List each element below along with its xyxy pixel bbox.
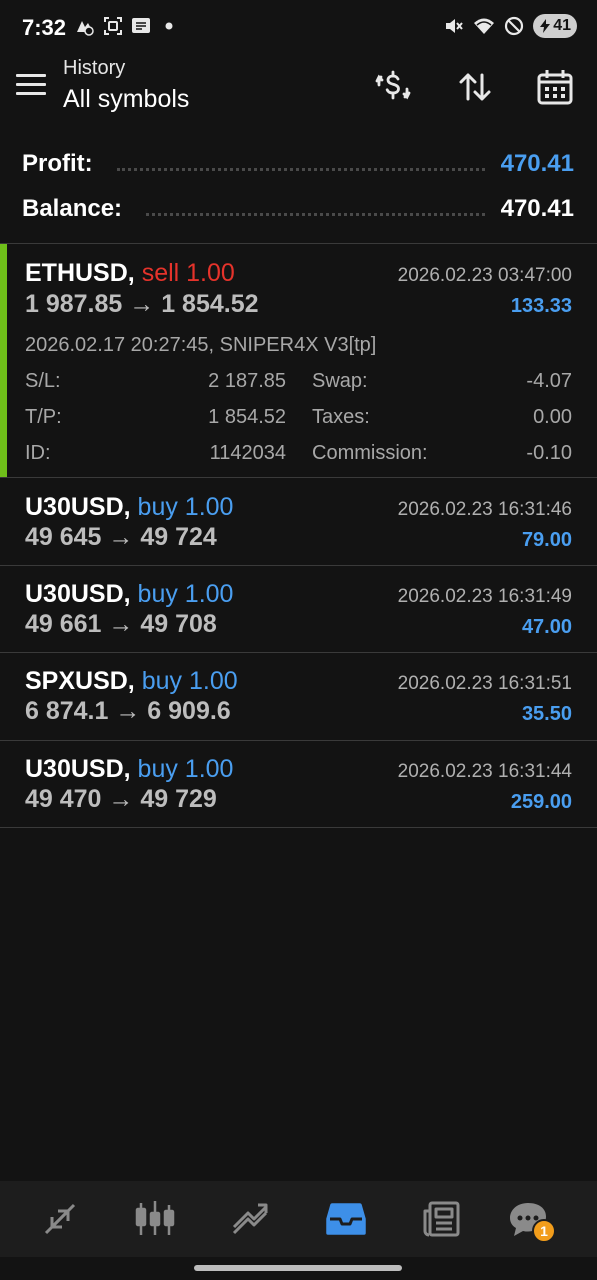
deal-profit: 47.00	[521, 616, 572, 638]
commission-value: -0.10	[526, 442, 572, 464]
symbol-name: U30USD,	[25, 493, 131, 521]
history-icon[interactable]	[316, 1193, 376, 1245]
bottom-navigation: 1	[0, 1181, 597, 1257]
deal-prices: 1 987.85 → 1 854.52	[25, 290, 259, 318]
tp-label: T/P:	[25, 406, 62, 428]
deal-profit: 133.33	[510, 295, 572, 317]
trade-icon[interactable]	[220, 1193, 280, 1245]
deal-row[interactable]: SPXUSD, buy 1.00 2026.02.23 16:31:51 6 8…	[0, 653, 597, 740]
currency-exchange-icon[interactable]	[372, 66, 414, 108]
news-icon[interactable]	[412, 1193, 472, 1245]
symbol-name: SPXUSD,	[25, 667, 135, 695]
wifi-icon	[473, 15, 495, 37]
balance-row: Balance: 470.41	[22, 189, 574, 229]
commission-label: Commission:	[312, 442, 428, 464]
chat-icon[interactable]: 1	[498, 1193, 558, 1245]
deal-row[interactable]: U30USD, buy 1.00 2026.02.23 16:31:49 49 …	[0, 566, 597, 653]
deal-symbol: U30USD, buy 1.00	[25, 755, 233, 784]
deal-side: buy 1.00	[137, 755, 234, 783]
deal-side: buy 1.00	[137, 580, 234, 608]
deal-row[interactable]: U30USD, buy 1.00 2026.02.23 16:31:46 49 …	[0, 478, 597, 565]
screenshot-icon	[102, 15, 124, 37]
symbol-name: U30USD,	[25, 755, 131, 783]
chart-icon[interactable]	[125, 1193, 185, 1245]
battery-icon: 41	[533, 14, 577, 38]
quotes-icon[interactable]	[30, 1193, 90, 1245]
deal-time: 2026.02.23 16:31:49	[397, 586, 572, 607]
taxes-label: Taxes:	[312, 406, 370, 428]
deal-prices: 6 874.1 → 6 909.6	[25, 697, 231, 725]
mute-icon	[443, 15, 465, 37]
account-summary: Profit: 470.41 Balance: 470.41	[0, 140, 597, 244]
taxes-value: 0.00	[533, 406, 572, 428]
deal-symbol: U30USD, buy 1.00	[25, 493, 233, 522]
balance-label: Balance:	[22, 195, 123, 222]
deal-time: 2026.02.23 03:47:00	[397, 265, 572, 286]
dotted-leader	[146, 212, 485, 216]
deal-prices: 49 645 → 49 724	[25, 523, 217, 551]
deal-symbol: SPXUSD, buy 1.00	[25, 667, 238, 696]
deal-profit: 259.00	[510, 791, 572, 813]
status-bar: 7:32 41	[0, 0, 597, 52]
sort-icon[interactable]	[454, 66, 496, 108]
menu-icon[interactable]	[16, 74, 46, 98]
dotted-leader	[116, 167, 485, 171]
dot-icon	[158, 15, 180, 37]
deal-profit: 79.00	[521, 529, 572, 551]
id-value: 1142034	[209, 442, 286, 464]
notification-badge: 1	[532, 1219, 556, 1243]
battery-level: 41	[553, 17, 571, 34]
swap-label: Swap:	[312, 370, 368, 392]
deal-side: buy 1.00	[137, 493, 234, 521]
deal-symbol: ETHUSD, sell 1.00	[25, 259, 235, 288]
deal-row[interactable]: U30USD, buy 1.00 2026.02.23 16:31:44 49 …	[0, 741, 597, 828]
selected-accent-bar	[0, 244, 7, 477]
profit-value: 470.41	[500, 150, 574, 177]
message-icon	[130, 15, 152, 37]
deal-prices: 49 470 → 49 729	[25, 785, 217, 813]
deal-side: sell 1.00	[141, 259, 235, 287]
profit-row: Profit: 470.41	[22, 144, 574, 184]
deal-time: 2026.02.23 16:31:44	[397, 761, 572, 782]
deal-open-info: 2026.02.17 20:27:45, SNIPER4X V3[tp]	[25, 334, 377, 356]
deal-side: buy 1.00	[141, 667, 238, 695]
deal-symbol: U30USD, buy 1.00	[25, 580, 233, 609]
deal-row-expanded[interactable]: ETHUSD, sell 1.00 2026.02.23 03:47:00 1 …	[0, 244, 597, 477]
balance-value: 470.41	[500, 195, 574, 222]
swap-value: -4.07	[526, 370, 572, 392]
sl-label: S/L:	[25, 370, 61, 392]
deal-profit: 35.50	[521, 703, 572, 725]
tracking-icon	[74, 15, 96, 37]
tp-value: 1 854.52	[208, 406, 286, 428]
deal-time: 2026.02.23 16:31:51	[397, 673, 572, 694]
calendar-icon[interactable]	[534, 66, 576, 108]
deal-prices: 49 661 → 49 708	[25, 610, 217, 638]
status-time: 7:32	[22, 15, 67, 40]
dnd-icon	[503, 15, 525, 37]
sl-value: 2 187.85	[208, 370, 286, 392]
page-title[interactable]: All symbols	[63, 85, 189, 114]
home-indicator[interactable]	[194, 1265, 402, 1271]
id-label: ID:	[25, 442, 51, 464]
page-subtitle: History	[63, 57, 126, 79]
symbol-name: U30USD,	[25, 580, 131, 608]
app-bar: History All symbols	[0, 52, 597, 122]
divider	[0, 827, 597, 828]
profit-label: Profit:	[22, 150, 93, 177]
symbol-name: ETHUSD,	[25, 259, 135, 287]
deal-time: 2026.02.23 16:31:46	[397, 499, 572, 520]
